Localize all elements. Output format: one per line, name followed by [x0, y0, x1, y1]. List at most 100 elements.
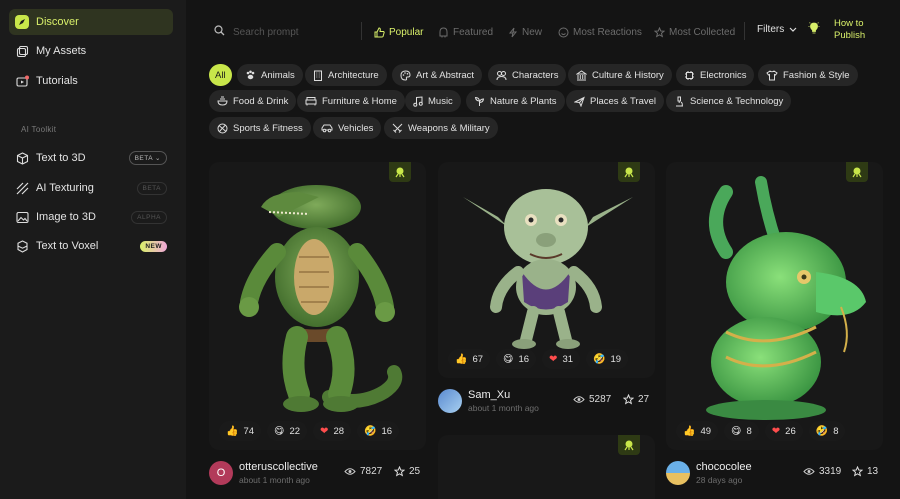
username[interactable]: otteruscollective — [239, 461, 318, 473]
model-card[interactable]: 👍 74 😋 22 ❤ 28 🤣 16 — [209, 162, 426, 450]
chip-icon — [684, 70, 695, 81]
plane-icon — [574, 95, 585, 107]
character-icon — [496, 70, 507, 81]
nav-ai-texturing[interactable]: AI Texturing BETA — [9, 175, 173, 201]
how-to-publish-link[interactable]: How to Publish — [808, 18, 865, 42]
reaction-thumbs-up[interactable]: 👍 49 — [676, 421, 719, 441]
ai-model-tag — [618, 162, 640, 182]
star-count[interactable]: 27 — [623, 394, 649, 405]
nav-image-to-3d[interactable]: Image to 3D ALPHA — [9, 204, 173, 230]
post-time: 28 days ago — [696, 475, 743, 485]
nav-label: Discover — [36, 16, 79, 28]
chip-fashion-style[interactable]: Fashion & Style — [758, 64, 858, 86]
nav-discover[interactable]: Discover — [9, 9, 173, 35]
star-count[interactable]: 25 — [394, 466, 420, 477]
chip-science-technology[interactable]: Science & Technology — [666, 90, 792, 112]
tab-featured[interactable]: Featured — [438, 24, 493, 40]
nav-label: Tutorials — [36, 75, 78, 87]
chip-vehicles[interactable]: Vehicles — [313, 117, 382, 139]
avatar[interactable]: O — [209, 461, 233, 485]
dragon-model-image — [706, 176, 866, 420]
tab-label: New — [522, 26, 543, 38]
chip-weapons-military[interactable]: Weapons & Military — [384, 117, 498, 139]
tab-label: Most Collected — [669, 26, 736, 38]
compass-icon — [15, 15, 29, 29]
reaction-heart[interactable]: ❤ 26 — [764, 421, 803, 441]
reaction-thumbs-up[interactable]: 👍 67 — [448, 349, 491, 369]
username[interactable]: Sam_Xu — [468, 389, 510, 401]
thumbs-up-icon: 👍 — [226, 425, 239, 437]
chip-animals[interactable]: Animals — [237, 64, 303, 86]
filters-dropdown[interactable]: Filters — [757, 24, 797, 35]
search-box[interactable]: Search prompt — [214, 24, 364, 40]
chip-architecture[interactable]: Architecture — [305, 64, 387, 86]
top-bar: Search prompt Popular Featured New Most … — [186, 0, 900, 60]
chip-sports-fitness[interactable]: Sports & Fitness — [209, 117, 311, 139]
post-time: about 1 month ago — [239, 475, 310, 485]
chip-all[interactable]: All — [209, 64, 232, 86]
reactions: 👍 67 😋 16 ❤ 31 🤣 19 — [448, 349, 629, 369]
grin-icon: 😋 — [274, 425, 285, 437]
reaction-grin[interactable]: 😋 22 — [267, 421, 308, 441]
avatar[interactable] — [438, 389, 462, 413]
ai-model-tag — [618, 435, 640, 455]
model-card[interactable] — [438, 435, 655, 499]
tab-most-reactions[interactable]: Most Reactions — [558, 24, 642, 40]
museum-icon — [576, 69, 587, 81]
reactions: 👍 74 😋 22 ❤ 28 🤣 16 — [219, 421, 400, 441]
avatar[interactable] — [666, 461, 690, 485]
reaction-grin[interactable]: 😋 8 — [724, 421, 759, 441]
grin-icon: 😋 — [503, 353, 514, 365]
plant-icon — [474, 96, 485, 107]
model-card[interactable]: 👍 49 😋 8 ❤ 26 🤣 8 — [666, 162, 883, 450]
reaction-grin[interactable]: 😋 16 — [496, 349, 537, 369]
sofa-icon — [305, 96, 317, 106]
chip-food-drink[interactable]: Food & Drink — [209, 90, 297, 112]
chip-electronics[interactable]: Electronics — [676, 64, 755, 86]
chip-art-abstract[interactable]: Art & Abstract — [392, 64, 483, 86]
star-count[interactable]: 13 — [852, 466, 878, 477]
eye-icon — [573, 395, 585, 404]
nav-text-to-voxel[interactable]: Text to Voxel NEW — [9, 233, 173, 259]
search-input[interactable]: Search prompt — [233, 27, 299, 38]
tab-most-collected[interactable]: Most Collected — [654, 24, 735, 40]
thumbs-up-icon: 👍 — [455, 353, 468, 365]
texture-icon — [15, 181, 29, 195]
alligator-model-image — [239, 185, 403, 412]
tab-new[interactable]: New — [508, 24, 542, 40]
tab-label: Popular — [389, 26, 424, 38]
nav-label: AI Texturing — [36, 182, 94, 194]
tab-popular[interactable]: Popular — [374, 24, 423, 40]
star-icon — [623, 394, 634, 405]
cube-icon — [15, 151, 29, 165]
ai-model-tag — [846, 162, 868, 182]
chip-culture-history[interactable]: Culture & History — [568, 64, 672, 86]
section-title-ai-toolkit: AI Toolkit — [21, 125, 57, 134]
chip-places-travel[interactable]: Places & Travel — [566, 90, 664, 112]
chip-nature-plants[interactable]: Nature & Plants — [466, 90, 565, 112]
palette-icon — [400, 69, 411, 81]
reaction-laugh[interactable]: 🤣 16 — [357, 421, 400, 441]
username[interactable]: chococolee — [696, 461, 752, 473]
reaction-thumbs-up[interactable]: 👍 74 — [219, 421, 262, 441]
nav-tutorials[interactable]: Tutorials — [9, 68, 173, 94]
chip-characters[interactable]: Characters — [488, 64, 567, 86]
nav-text-to-3d[interactable]: Text to 3D BETA ⌄ — [9, 145, 173, 171]
heart-icon: ❤ — [549, 353, 558, 365]
chip-furniture-home[interactable]: Furniture & Home — [297, 90, 405, 112]
eye-icon — [344, 467, 356, 476]
lightning-icon — [508, 27, 518, 38]
car-icon — [321, 123, 333, 133]
reaction-laugh[interactable]: 🤣 19 — [586, 349, 629, 369]
nav-label: Text to 3D — [36, 152, 86, 164]
view-count: 5287 — [573, 394, 611, 405]
laugh-icon: 🤣 — [364, 425, 377, 437]
reaction-heart[interactable]: ❤ 28 — [313, 421, 352, 441]
reaction-heart[interactable]: ❤ 31 — [542, 349, 581, 369]
model-card[interactable]: 👍 67 😋 16 ❤ 31 🤣 19 — [438, 162, 655, 378]
image-icon — [15, 210, 29, 224]
chip-music[interactable]: Music — [405, 90, 461, 112]
card-meta: chococolee 28 days ago 3319 13 — [666, 459, 883, 489]
nav-my-assets[interactable]: My Assets — [9, 38, 173, 64]
reaction-laugh[interactable]: 🤣 8 — [808, 421, 846, 441]
